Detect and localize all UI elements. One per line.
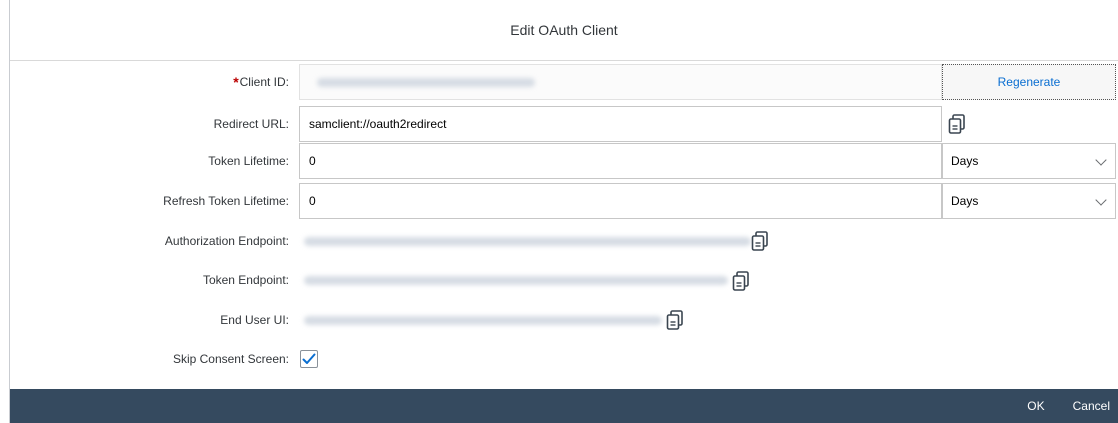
authorization-endpoint-redacted <box>304 236 751 246</box>
regenerate-button-label: Regenerate <box>997 75 1061 89</box>
redirect-url-value: samclient://oauth2redirect <box>309 117 447 131</box>
refresh-token-lifetime-label: Refresh Token Lifetime: <box>163 194 289 208</box>
edit-oauth-client-dialog: Edit OAuth Client * Client ID: Regenerat… <box>9 0 1118 423</box>
chevron-down-icon <box>1095 154 1107 166</box>
skip-consent-screen-checkbox[interactable] <box>300 350 318 368</box>
authorization-endpoint-label: Authorization Endpoint: <box>164 234 289 248</box>
token-endpoint-row: Token Endpoint: <box>10 262 1118 298</box>
dialog-header: Edit OAuth Client <box>10 0 1118 61</box>
dialog-footer: OK Cancel <box>10 389 1118 423</box>
token-lifetime-unit-select[interactable]: Days <box>942 143 1116 179</box>
client-id-redacted-value <box>317 77 535 87</box>
copy-to-clipboard-icon[interactable] <box>948 114 966 134</box>
token-lifetime-label: Token Lifetime: <box>208 154 289 168</box>
redirect-url-label: Redirect URL: <box>213 117 289 131</box>
cancel-button[interactable]: Cancel <box>1065 399 1118 413</box>
refresh-token-lifetime-unit-select[interactable]: Days <box>942 183 1116 219</box>
checkmark-icon <box>302 353 316 364</box>
token-endpoint-value <box>300 262 728 298</box>
chevron-down-icon <box>1095 194 1107 206</box>
token-lifetime-value: 0 <box>309 154 316 168</box>
client-id-field[interactable] <box>299 64 942 100</box>
refresh-token-lifetime-unit-value: Days <box>951 194 979 208</box>
refresh-token-lifetime-input[interactable]: 0 <box>299 183 942 219</box>
end-user-ui-label: End User UI: <box>220 313 289 327</box>
client-id-row: * Client ID: Regenerate <box>10 64 1118 100</box>
authorization-endpoint-row: Authorization Endpoint: <box>10 223 1118 259</box>
required-marker: * <box>233 74 239 90</box>
copy-to-clipboard-icon[interactable] <box>751 231 769 251</box>
end-user-ui-row: End User UI: <box>10 302 1118 338</box>
copy-to-clipboard-icon[interactable] <box>666 310 684 330</box>
client-id-label: * Client ID: <box>233 64 289 100</box>
token-lifetime-input[interactable]: 0 <box>299 143 942 179</box>
skip-consent-screen-row: Skip Consent Screen: <box>10 341 1118 377</box>
end-user-ui-redacted <box>304 315 662 325</box>
client-id-label-text: Client ID: <box>239 75 289 89</box>
authorization-endpoint-value <box>300 223 751 259</box>
redirect-url-row: Redirect URL: samclient://oauth2redirect <box>10 106 1118 142</box>
end-user-ui-value <box>300 302 662 338</box>
token-lifetime-row: Token Lifetime: 0 Days <box>10 143 1118 179</box>
copy-to-clipboard-icon[interactable] <box>732 271 750 291</box>
token-endpoint-redacted <box>304 275 728 285</box>
regenerate-button[interactable]: Regenerate <box>942 64 1116 100</box>
ok-button[interactable]: OK <box>1019 399 1052 413</box>
token-endpoint-label: Token Endpoint: <box>202 273 289 287</box>
dialog-title: Edit OAuth Client <box>510 22 618 38</box>
refresh-token-lifetime-row: Refresh Token Lifetime: 0 Days <box>10 183 1118 219</box>
token-lifetime-unit-value: Days <box>951 154 979 168</box>
refresh-token-lifetime-value: 0 <box>309 194 316 208</box>
redirect-url-input[interactable]: samclient://oauth2redirect <box>299 106 942 142</box>
skip-consent-screen-label: Skip Consent Screen: <box>172 352 289 366</box>
